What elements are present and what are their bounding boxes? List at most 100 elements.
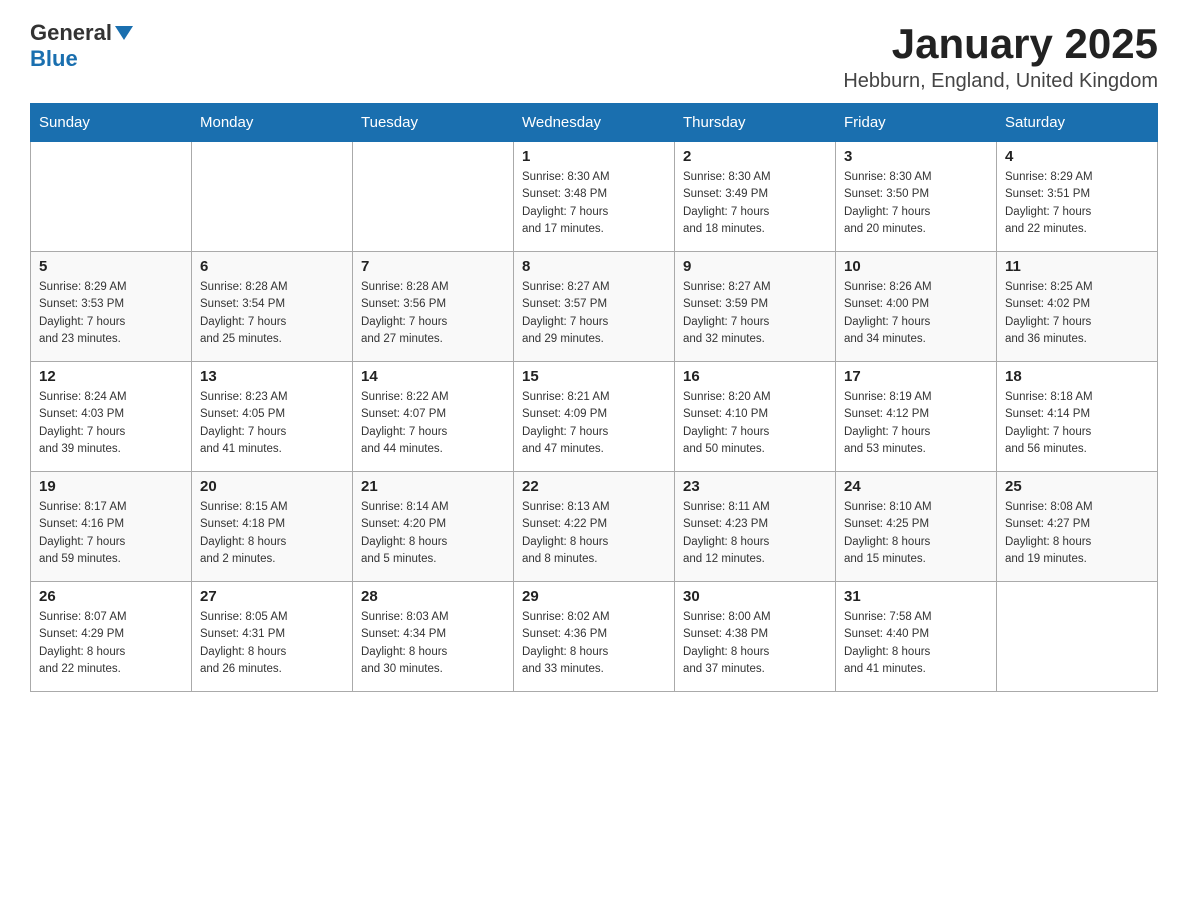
col-thursday: Thursday [675,104,836,142]
day-number: 30 [683,588,827,605]
calendar-cell: 21Sunrise: 8:14 AMSunset: 4:20 PMDayligh… [353,472,514,582]
calendar-cell [353,142,514,252]
day-info: Sunrise: 7:58 AMSunset: 4:40 PMDaylight:… [844,609,988,678]
day-info: Sunrise: 8:29 AMSunset: 3:51 PMDaylight:… [1005,169,1149,238]
day-number: 4 [1005,148,1149,165]
calendar-cell: 7 Sunrise: 8:28 AMSunset: 3:56 PMDaylight… [353,252,514,362]
calendar-cell: 5Sunrise: 8:29 AMSunset: 3:53 PMDaylight… [31,252,192,362]
calendar-cell: 13 Sunrise: 8:23 AMSunset: 4:05 PMDayligh… [192,362,353,472]
calendar-cell: 10 Sunrise: 8:26 AMSunset: 4:00 PMDayligh… [836,252,997,362]
calendar-cell: 27 Sunrise: 8:05 AMSunset: 4:31 PMDayligh… [192,582,353,692]
calendar-cell [31,142,192,252]
day-number: 24 [844,478,988,495]
calendar-week-row: 19 Sunrise: 8:17 AMSunset: 4:16 PMDayligh… [31,472,1158,582]
calendar-cell: 17 Sunrise: 8:19 AMSunset: 4:12 PMDayligh… [836,362,997,472]
col-sunday: Sunday [31,104,192,142]
calendar-cell: 4 Sunrise: 8:29 AMSunset: 3:51 PMDaylight… [997,142,1158,252]
day-number: 3 [844,148,988,165]
calendar-week-row: 5Sunrise: 8:29 AMSunset: 3:53 PMDaylight… [31,252,1158,362]
day-info: Sunrise: 8:23 AMSunset: 4:05 PMDaylight:… [200,389,344,458]
day-info: Sunrise: 8:25 AMSunset: 4:02 PMDaylight:… [1005,279,1149,348]
day-info: Sunrise: 8:27 AMSunset: 3:59 PMDaylight:… [683,279,827,348]
calendar-cell: 18 Sunrise: 8:18 AMSunset: 4:14 PMDayligh… [997,362,1158,472]
calendar-cell: 29 Sunrise: 8:02 AMSunset: 4:36 PMDayligh… [514,582,675,692]
calendar-cell: 11 Sunrise: 8:25 AMSunset: 4:02 PMDayligh… [997,252,1158,362]
day-number: 25 [1005,478,1149,495]
day-info: Sunrise: 8:30 AMSunset: 3:50 PMDaylight:… [844,169,988,238]
title-block: January 2025 Hebburn, England, United Ki… [843,20,1158,93]
day-info: Sunrise: 8:08 AMSunset: 4:27 PMDaylight:… [1005,499,1149,568]
calendar-cell: 30 Sunrise: 8:00 AMSunset: 4:38 PMDayligh… [675,582,836,692]
day-info: Sunrise: 8:00 AMSunset: 4:38 PMDaylight:… [683,609,827,678]
calendar-cell: 28 Sunrise: 8:03 AMSunset: 4:34 PMDayligh… [353,582,514,692]
calendar-cell: 2 Sunrise: 8:30 AMSunset: 3:49 PMDaylight… [675,142,836,252]
calendar-cell: 8 Sunrise: 8:27 AMSunset: 3:57 PMDaylight… [514,252,675,362]
calendar-cell: 31 Sunrise: 7:58 AMSunset: 4:40 PMDayligh… [836,582,997,692]
day-info: Sunrise: 8:30 AMSunset: 3:49 PMDaylight:… [683,169,827,238]
calendar-cell: 15 Sunrise: 8:21 AMSunset: 4:09 PMDayligh… [514,362,675,472]
day-info: Sunrise: 8:10 AMSunset: 4:25 PMDaylight:… [844,499,988,568]
day-number: 13 [200,368,344,385]
calendar-header-row: Sunday Monday Tuesday Wednesday Thursday… [31,104,1158,142]
day-info: Sunrise: 8:27 AMSunset: 3:57 PMDaylight:… [522,279,666,348]
logo-general: General [30,20,112,46]
page-title: January 2025 [843,20,1158,68]
day-info: Sunrise: 8:17 AMSunset: 4:16 PMDaylight:… [39,499,183,568]
day-number: 2 [683,148,827,165]
day-number: 1 [522,148,666,165]
day-info: Sunrise: 8:21 AMSunset: 4:09 PMDaylight:… [522,389,666,458]
day-number: 22 [522,478,666,495]
calendar-cell: 19 Sunrise: 8:17 AMSunset: 4:16 PMDayligh… [31,472,192,582]
calendar-cell: 22 Sunrise: 8:13 AMSunset: 4:22 PMDayligh… [514,472,675,582]
logo: General Blue [30,20,133,72]
day-number: 27 [200,588,344,605]
day-number: 15 [522,368,666,385]
calendar-cell: 14Sunrise: 8:22 AMSunset: 4:07 PMDayligh… [353,362,514,472]
day-number: 21 [361,478,505,495]
day-info: Sunrise: 8:02 AMSunset: 4:36 PMDaylight:… [522,609,666,678]
day-number: 9 [683,258,827,275]
calendar-cell: 24 Sunrise: 8:10 AMSunset: 4:25 PMDayligh… [836,472,997,582]
day-number: 17 [844,368,988,385]
calendar-cell: 25 Sunrise: 8:08 AMSunset: 4:27 PMDayligh… [997,472,1158,582]
day-info: Sunrise: 8:13 AMSunset: 4:22 PMDaylight:… [522,499,666,568]
calendar-cell [192,142,353,252]
day-number: 23 [683,478,827,495]
day-number: 28 [361,588,505,605]
day-info: Sunrise: 8:26 AMSunset: 4:00 PMDaylight:… [844,279,988,348]
day-number: 6 [200,258,344,275]
day-info: Sunrise: 8:19 AMSunset: 4:12 PMDaylight:… [844,389,988,458]
calendar-cell: 6 Sunrise: 8:28 AMSunset: 3:54 PMDaylight… [192,252,353,362]
day-number: 29 [522,588,666,605]
day-number: 10 [844,258,988,275]
page-subtitle: Hebburn, England, United Kingdom [843,70,1158,93]
day-info: Sunrise: 8:20 AMSunset: 4:10 PMDaylight:… [683,389,827,458]
day-info: Sunrise: 8:18 AMSunset: 4:14 PMDaylight:… [1005,389,1149,458]
day-number: 26 [39,588,183,605]
day-info: Sunrise: 8:28 AMSunset: 3:56 PMDaylight:… [361,279,505,348]
day-number: 19 [39,478,183,495]
calendar-cell: 3 Sunrise: 8:30 AMSunset: 3:50 PMDaylight… [836,142,997,252]
calendar-week-row: 12Sunrise: 8:24 AMSunset: 4:03 PMDayligh… [31,362,1158,472]
day-number: 31 [844,588,988,605]
col-tuesday: Tuesday [353,104,514,142]
day-number: 16 [683,368,827,385]
day-info: Sunrise: 8:11 AMSunset: 4:23 PMDaylight:… [683,499,827,568]
day-number: 11 [1005,258,1149,275]
day-info: Sunrise: 8:28 AMSunset: 3:54 PMDaylight:… [200,279,344,348]
calendar-cell: 1 Sunrise: 8:30 AMSunset: 3:48 PMDaylight… [514,142,675,252]
day-number: 7 [361,258,505,275]
day-number: 20 [200,478,344,495]
day-number: 5 [39,258,183,275]
day-info: Sunrise: 8:24 AMSunset: 4:03 PMDaylight:… [39,389,183,458]
day-info: Sunrise: 8:05 AMSunset: 4:31 PMDaylight:… [200,609,344,678]
day-info: Sunrise: 8:03 AMSunset: 4:34 PMDaylight:… [361,609,505,678]
calendar-cell: 23 Sunrise: 8:11 AMSunset: 4:23 PMDayligh… [675,472,836,582]
calendar-table: Sunday Monday Tuesday Wednesday Thursday… [30,103,1158,692]
day-info: Sunrise: 8:15 AMSunset: 4:18 PMDaylight:… [200,499,344,568]
day-info: Sunrise: 8:22 AMSunset: 4:07 PMDaylight:… [361,389,505,458]
day-number: 8 [522,258,666,275]
col-saturday: Saturday [997,104,1158,142]
day-info: Sunrise: 8:30 AMSunset: 3:48 PMDaylight:… [522,169,666,238]
day-number: 18 [1005,368,1149,385]
